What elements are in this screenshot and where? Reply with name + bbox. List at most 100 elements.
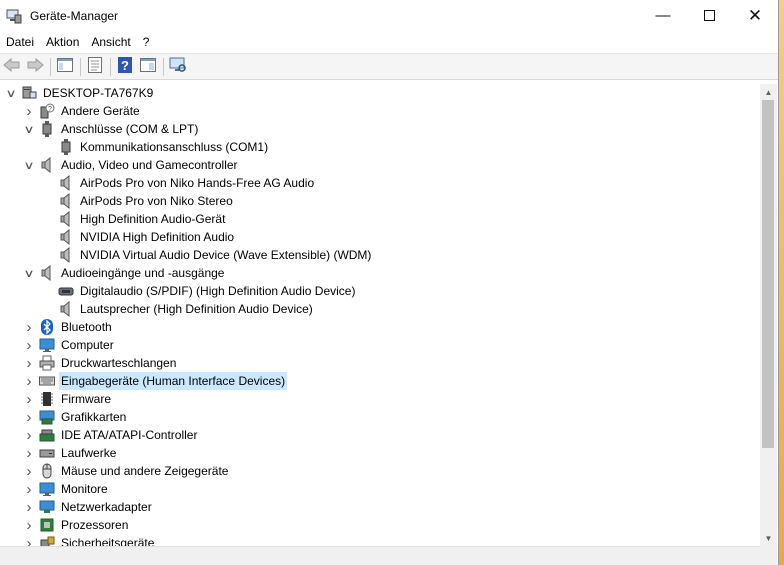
- maximize-button[interactable]: [686, 0, 732, 31]
- tree-item-13[interactable]: › Bluetooth: [22, 318, 114, 336]
- tree-item-19[interactable]: › IDE ATA/ATAPI-Controller: [22, 426, 199, 444]
- collapse-chevron-icon[interactable]: ∨: [19, 120, 39, 138]
- tree-item-18[interactable]: › Grafikkarten: [22, 408, 128, 426]
- tree-item-25[interactable]: › Sicherheitsgeräte: [22, 534, 156, 546]
- expand-chevron-icon[interactable]: ›: [22, 318, 36, 336]
- tree-item-7[interactable]: High Definition Audio-Gerät: [41, 210, 227, 228]
- close-button[interactable]: ✕: [732, 0, 778, 31]
- tree-item-label[interactable]: IDE ATA/ATAPI-Controller: [59, 426, 199, 444]
- tree-item-label[interactable]: Audio, Video und Gamecontroller: [59, 156, 240, 174]
- expand-chevron-icon[interactable]: ›: [22, 102, 36, 120]
- expand-chevron-icon[interactable]: ›: [22, 336, 36, 354]
- tree-item-8[interactable]: NVIDIA High Definition Audio: [41, 228, 236, 246]
- tree-item-17[interactable]: › Firmware: [22, 390, 113, 408]
- vertical-scrollbar[interactable]: ▲ ▼: [760, 84, 777, 546]
- tree-item-label[interactable]: Eingabegeräte (Human Interface Devices): [59, 372, 288, 390]
- tree-item-6[interactable]: AirPods Pro von Niko Stereo: [41, 192, 235, 210]
- tree-item-label[interactable]: Monitore: [59, 480, 110, 498]
- expand-chevron-icon[interactable]: ›: [22, 534, 36, 547]
- back-button[interactable]: [2, 57, 22, 77]
- tree-item-9[interactable]: NVIDIA Virtual Audio Device (Wave Extens…: [41, 246, 373, 264]
- expand-chevron-icon[interactable]: ›: [22, 408, 36, 426]
- tree-item-4[interactable]: ∨ Audio, Video und Gamecontroller: [22, 156, 240, 174]
- title-bar[interactable]: Geräte-Manager — ✕: [0, 0, 778, 31]
- update-driver-button[interactable]: [138, 57, 158, 77]
- monitor-icon: [39, 481, 55, 497]
- tree-item-label[interactable]: Lautsprecher (High Definition Audio Devi…: [78, 300, 315, 318]
- scan-hardware-button[interactable]: [168, 57, 188, 77]
- tree-item-label[interactable]: AirPods Pro von Niko Stereo: [78, 192, 235, 210]
- tree-item-label[interactable]: Audioeingänge und -ausgänge: [59, 264, 226, 282]
- forward-button[interactable]: [25, 57, 45, 77]
- scroll-up-arrow-icon[interactable]: ▲: [760, 84, 777, 100]
- tree-item-label[interactable]: DESKTOP-TA767K9: [41, 84, 155, 102]
- tree-item-20[interactable]: › Laufwerke: [22, 444, 118, 462]
- scroll-down-arrow-icon[interactable]: ▼: [760, 530, 777, 546]
- help-button[interactable]: ?: [115, 57, 135, 77]
- vertical-scroll-thumb[interactable]: [762, 100, 774, 448]
- properties-button[interactable]: [85, 57, 105, 77]
- tree-item-label[interactable]: Bluetooth: [59, 318, 114, 336]
- monitor-scan-icon: [169, 57, 187, 76]
- menu-aktion[interactable]: Aktion: [40, 31, 85, 53]
- menu-datei[interactable]: Datei: [0, 31, 40, 53]
- expand-chevron-icon[interactable]: ›: [22, 480, 36, 498]
- back-icon: [3, 57, 21, 75]
- forward-icon: [26, 57, 44, 75]
- tree-item-label[interactable]: Prozessoren: [59, 516, 130, 534]
- tree-item-12[interactable]: Lautsprecher (High Definition Audio Devi…: [41, 300, 315, 318]
- tree-item-label[interactable]: Mäuse und andere Zeigegeräte: [59, 462, 230, 480]
- expand-chevron-icon[interactable]: ›: [22, 444, 36, 462]
- expand-chevron-icon[interactable]: ›: [22, 354, 36, 372]
- tree-item-5[interactable]: AirPods Pro von Niko Hands-Free AG Audio: [41, 174, 316, 192]
- minimize-button[interactable]: —: [640, 0, 686, 31]
- expand-chevron-icon[interactable]: ›: [22, 390, 36, 408]
- tree-item-23[interactable]: › Netzwerkadapter: [22, 498, 154, 516]
- tree-item-22[interactable]: › Monitore: [22, 480, 110, 498]
- tree-item-label[interactable]: Computer: [59, 336, 116, 354]
- tree-item-11[interactable]: Digitalaudio (S/PDIF) (High Definition A…: [41, 282, 357, 300]
- tree-item-14[interactable]: › Computer: [22, 336, 116, 354]
- expand-chevron-icon[interactable]: ›: [22, 462, 36, 480]
- tree-item-label[interactable]: NVIDIA Virtual Audio Device (Wave Extens…: [78, 246, 373, 264]
- tree-item-3[interactable]: Kommunikationsanschluss (COM1): [41, 138, 270, 156]
- expand-chevron-icon[interactable]: ›: [22, 516, 36, 534]
- tree-item-label[interactable]: Netzwerkadapter: [59, 498, 154, 516]
- tree-item-label[interactable]: Digitalaudio (S/PDIF) (High Definition A…: [78, 282, 357, 300]
- tree-item-label[interactable]: AirPods Pro von Niko Hands-Free AG Audio: [78, 174, 316, 192]
- ide-controller-icon: [39, 427, 55, 443]
- tree-item-label[interactable]: Laufwerke: [59, 444, 118, 462]
- tree-item-10[interactable]: ∨ Audioeingänge und -ausgänge: [22, 264, 226, 282]
- show-hide-console-tree-button[interactable]: [55, 57, 75, 77]
- tree-item-21[interactable]: › Mäuse und andere Zeigegeräte: [22, 462, 230, 480]
- tree-item-label[interactable]: Grafikkarten: [59, 408, 128, 426]
- menu-help[interactable]: ?: [137, 31, 156, 53]
- tree-item-label[interactable]: High Definition Audio-Gerät: [78, 210, 227, 228]
- tree-item-16[interactable]: › Eingabegeräte (Human Interface Devices): [22, 372, 288, 390]
- tree-item-24[interactable]: › Prozessoren: [22, 516, 130, 534]
- collapse-chevron-icon[interactable]: ∨: [19, 156, 39, 174]
- toolbar: ?: [0, 54, 778, 80]
- horizontal-scrollbar[interactable]: [0, 546, 760, 565]
- collapse-chevron-icon[interactable]: ∨: [1, 84, 21, 102]
- tree-item-label[interactable]: Anschlüsse (COM & LPT): [59, 120, 200, 138]
- tree-item-label[interactable]: Kommunikationsanschluss (COM1): [78, 138, 270, 156]
- tree-item-label[interactable]: Andere Geräte: [59, 102, 142, 120]
- tree-item-1[interactable]: ›? Andere Geräte: [22, 102, 142, 120]
- tree-item-2[interactable]: ∨ Anschlüsse (COM & LPT): [22, 120, 200, 138]
- expand-chevron-icon[interactable]: ›: [22, 426, 36, 444]
- tree-item-label[interactable]: Firmware: [59, 390, 113, 408]
- tree-item-label[interactable]: Druckwarteschlangen: [59, 354, 178, 372]
- tree-item-15[interactable]: › Druckwarteschlangen: [22, 354, 178, 372]
- expand-chevron-icon[interactable]: ›: [22, 498, 36, 516]
- tree-item-0[interactable]: ∨ DESKTOP-TA767K9: [4, 84, 155, 102]
- collapse-chevron-icon[interactable]: ∨: [19, 264, 39, 282]
- tree-item-label[interactable]: NVIDIA High Definition Audio: [78, 228, 236, 246]
- expand-chevron-icon[interactable]: ›: [22, 372, 36, 390]
- device-tree[interactable]: ∨ DESKTOP-TA767K9 ›? Andere Geräte ∨ Anschlüs…: [0, 84, 760, 546]
- menu-ansicht[interactable]: Ansicht: [85, 31, 136, 53]
- tree-item-label[interactable]: Sicherheitsgeräte: [59, 534, 156, 546]
